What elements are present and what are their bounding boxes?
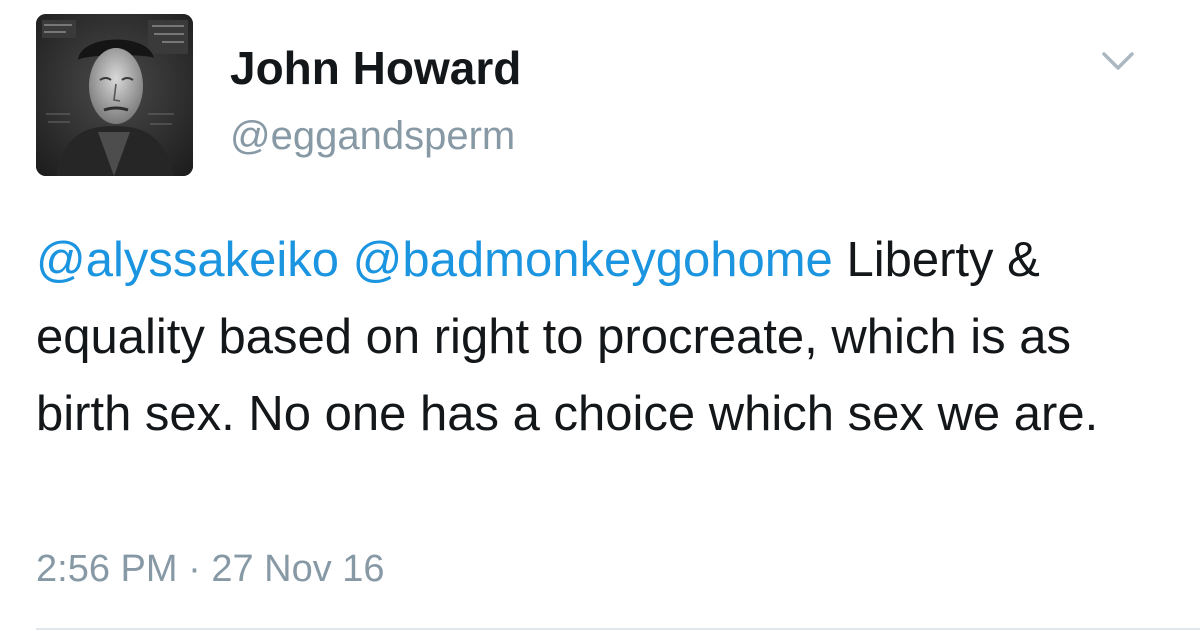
author-handle[interactable]: @eggandsperm [230, 110, 515, 162]
divider [36, 628, 1200, 630]
author-display-name[interactable]: John Howard [230, 40, 521, 96]
author-avatar[interactable] [36, 14, 193, 176]
portrait-avatar-icon [36, 14, 193, 176]
mention-link[interactable]: @badmonkeygohome [353, 233, 833, 287]
chevron-down-icon[interactable] [1098, 48, 1138, 76]
timestamp-separator: · [188, 548, 201, 590]
tweet-time: 2:56 PM [36, 548, 178, 590]
tweet-timestamp[interactable]: 2:56 PM · 27 Nov 16 [36, 544, 385, 594]
mention-link[interactable]: @alyssakeiko [36, 233, 339, 287]
tweet-card: John Howard @eggandsperm @alyssakeiko @b… [0, 0, 1200, 631]
tweet-text: @alyssakeiko @badmonkeygohome Liberty & … [36, 222, 1176, 453]
tweet-date: 27 Nov 16 [211, 548, 385, 590]
